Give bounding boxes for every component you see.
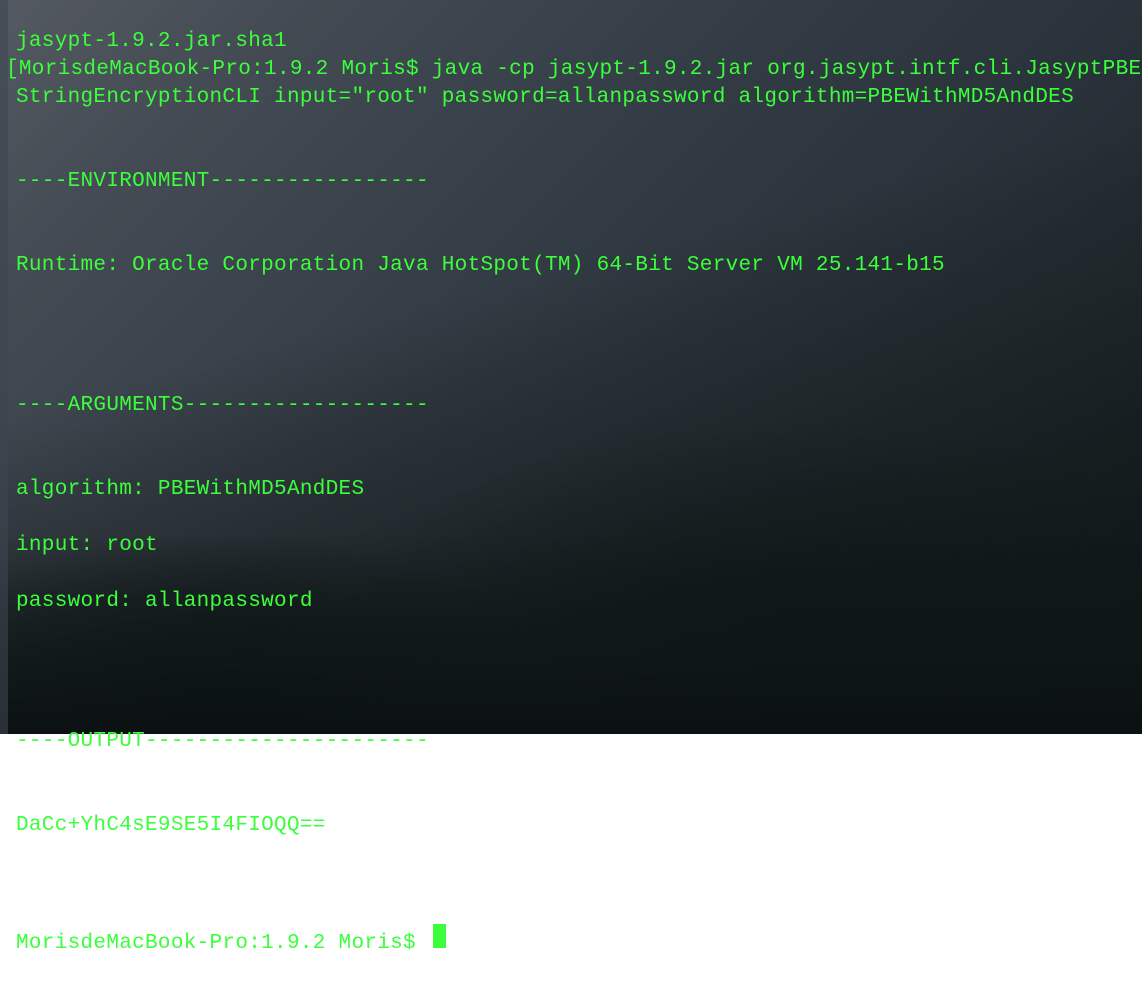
command-line: [MorisdeMacBook-Pro:1.9.2 Moris$ java -c… [16, 56, 1142, 112]
bracket-icon: [ [6, 58, 19, 81]
runtime-info: Runtime: Oracle Corporation Java HotSpot… [16, 252, 1142, 280]
password-arg: password: allanpassword [16, 588, 1142, 616]
prompt-line[interactable]: MorisdeMacBook-Pro:1.9.2 Moris$ [16, 924, 1142, 958]
output-header: ----OUTPUT---------------------- [16, 728, 1142, 756]
algorithm-arg: algorithm: PBEWithMD5AndDES [16, 476, 1142, 504]
output-line: jasypt-1.9.2.jar.sha1 [16, 28, 1142, 56]
cursor-icon [433, 924, 446, 948]
terminal-output[interactable]: jasypt-1.9.2.jar.sha1[MorisdeMacBook-Pro… [0, 0, 1142, 983]
input-arg: input: root [16, 532, 1142, 560]
command-text: MorisdeMacBook-Pro:1.9.2 Moris$ java -cp… [16, 58, 1141, 109]
encrypted-output: DaCc+YhC4sE9SE5I4FIOQQ== [16, 812, 1142, 840]
shell-prompt: MorisdeMacBook-Pro:1.9.2 Moris$ [16, 930, 429, 958]
env-header: ----ENVIRONMENT----------------- [16, 168, 1142, 196]
args-header: ----ARGUMENTS------------------- [16, 392, 1142, 420]
